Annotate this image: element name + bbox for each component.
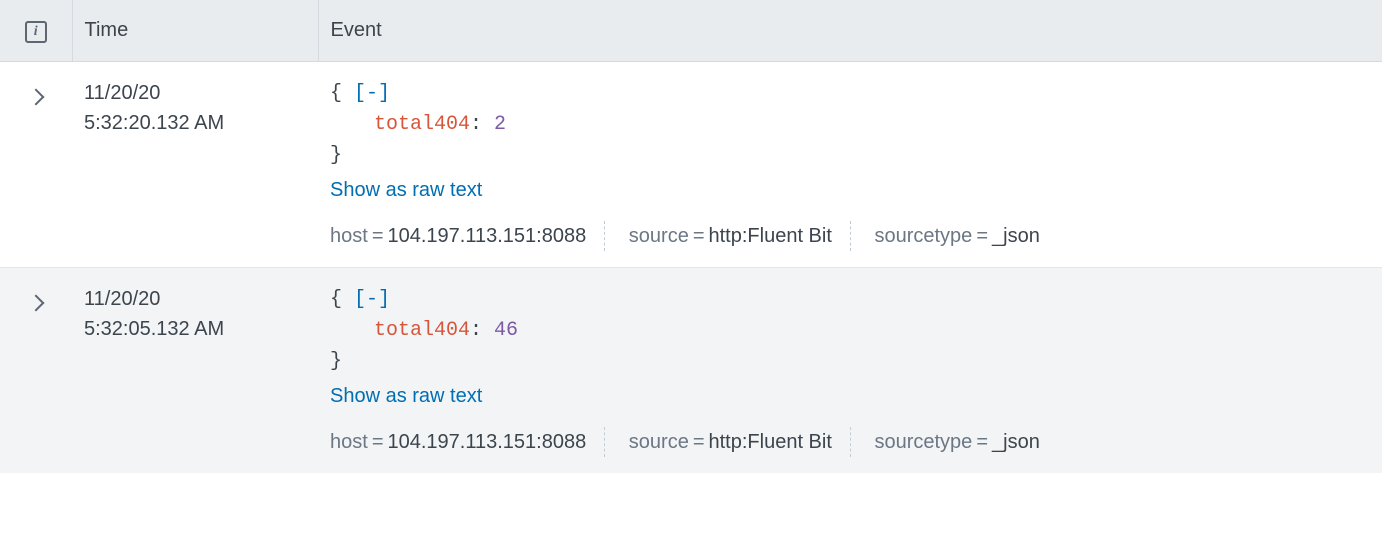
event-json: { [-] total404: 2 }: [330, 78, 1370, 171]
header-time[interactable]: Time: [72, 0, 318, 62]
expand-chevron-icon[interactable]: [28, 89, 45, 106]
meta-sourcetype[interactable]: sourcetype=_json: [856, 221, 1057, 251]
expand-chevron-icon[interactable]: [28, 295, 45, 312]
timestamp-time: 5:32:20.132 AM: [84, 108, 306, 138]
json-close-brace: }: [330, 144, 342, 167]
timestamp[interactable]: 11/20/20 5:32:05.132 AM: [72, 268, 318, 474]
table-row: 11/20/20 5:32:20.132 AM { [-] total404: …: [0, 62, 1382, 268]
meta-source[interactable]: source=http:Fluent Bit: [611, 221, 851, 251]
table-row: 11/20/20 5:32:05.132 AM { [-] total404: …: [0, 268, 1382, 474]
show-raw-text-link[interactable]: Show as raw text: [330, 381, 482, 411]
header-event[interactable]: Event: [318, 0, 1382, 62]
events-table: i Time Event 11/20/20 5:32:20.132 AM { […: [0, 0, 1382, 473]
header-info: i: [0, 0, 72, 62]
json-collapse-toggle[interactable]: [-]: [354, 288, 390, 311]
timestamp-time: 5:32:05.132 AM: [84, 314, 306, 344]
json-close-brace: }: [330, 350, 342, 373]
meta-host[interactable]: host=104.197.113.151:8088: [330, 221, 605, 251]
json-key[interactable]: total404: [374, 319, 470, 342]
table-header-row: i Time Event: [0, 0, 1382, 62]
meta-host[interactable]: host=104.197.113.151:8088: [330, 427, 605, 457]
json-open-brace: {: [330, 82, 342, 105]
info-icon[interactable]: i: [25, 21, 47, 43]
show-raw-text-link[interactable]: Show as raw text: [330, 175, 482, 205]
event-metadata: host=104.197.113.151:8088 source=http:Fl…: [330, 427, 1370, 457]
json-value[interactable]: 2: [494, 113, 506, 136]
json-value[interactable]: 46: [494, 319, 518, 342]
json-collapse-toggle[interactable]: [-]: [354, 82, 390, 105]
meta-source[interactable]: source=http:Fluent Bit: [611, 427, 851, 457]
json-key[interactable]: total404: [374, 113, 470, 136]
timestamp-date: 11/20/20: [84, 78, 306, 108]
json-open-brace: {: [330, 288, 342, 311]
timestamp[interactable]: 11/20/20 5:32:20.132 AM: [72, 62, 318, 268]
event-json: { [-] total404: 46 }: [330, 284, 1370, 377]
meta-sourcetype[interactable]: sourcetype=_json: [856, 427, 1057, 457]
event-metadata: host=104.197.113.151:8088 source=http:Fl…: [330, 221, 1370, 251]
timestamp-date: 11/20/20: [84, 284, 306, 314]
